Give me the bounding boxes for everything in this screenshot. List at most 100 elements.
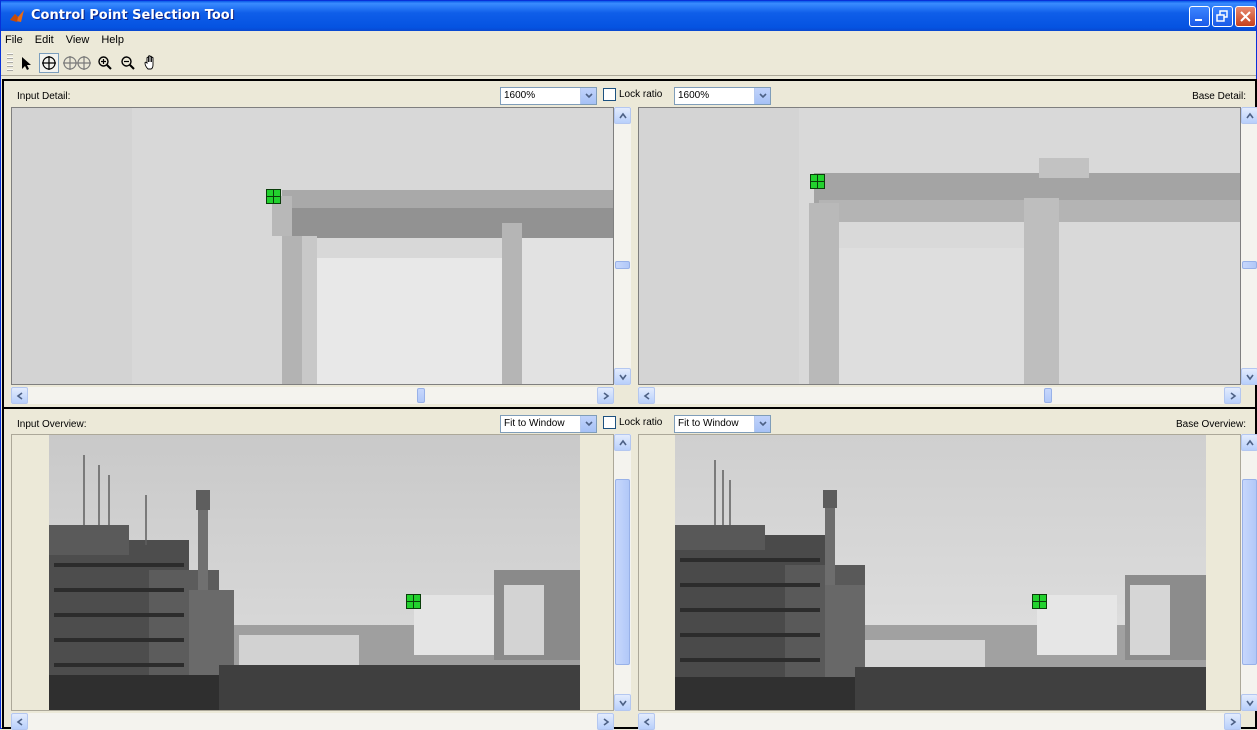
restore-button[interactable] — [1212, 6, 1233, 27]
input-detail-hscroll[interactable] — [11, 387, 614, 404]
overview-lock-ratio[interactable]: Lock ratio — [603, 416, 662, 429]
zoom-out-tool-button[interactable] — [118, 53, 138, 73]
scroll-left-button[interactable] — [638, 387, 655, 404]
control-point-marker[interactable] — [810, 174, 825, 189]
scroll-thumb[interactable] — [1242, 261, 1257, 269]
scroll-thumb[interactable] — [1044, 388, 1052, 403]
input-detail-image[interactable] — [11, 107, 614, 385]
overview-lock-checkbox[interactable] — [603, 416, 616, 429]
application-window: Control Point Selection Tool File Edit V… — [0, 0, 1257, 730]
input-detail-zoom-value: 1600% — [504, 90, 536, 101]
zoom-in-tool-button[interactable] — [95, 53, 115, 73]
base-detail-image[interactable] — [638, 107, 1241, 385]
scroll-up-button[interactable] — [1241, 434, 1257, 451]
title-bar[interactable]: Control Point Selection Tool — [1, 1, 1256, 31]
overview-header: Input Overview: Fit to Window Lock ratio… — [4, 412, 1255, 435]
chevron-left-icon — [16, 717, 22, 726]
add-point-pair-icon — [63, 55, 91, 70]
select-tool-button[interactable] — [16, 53, 36, 73]
base-overview-hscroll[interactable] — [638, 713, 1241, 730]
menu-help[interactable]: Help — [95, 34, 130, 46]
chevron-down-icon — [580, 88, 596, 104]
input-overview-label: Input Overview: — [17, 419, 87, 430]
detail-header: Input Detail: 1600% Lock ratio 1600% Bas… — [4, 84, 1255, 107]
panel-divider[interactable] — [4, 407, 1255, 409]
scroll-thumb[interactable] — [615, 479, 630, 665]
window-title: Control Point Selection Tool — [31, 8, 235, 23]
base-detail-pixels — [639, 108, 1240, 384]
control-point-marker[interactable] — [1032, 594, 1047, 609]
chevron-down-icon — [1245, 374, 1254, 380]
scroll-right-button[interactable] — [597, 387, 614, 404]
detail-lock-label: Lock ratio — [619, 89, 663, 100]
add-point-pair-tool-button[interactable] — [62, 53, 92, 73]
toolbar-grip[interactable] — [7, 52, 13, 73]
base-detail-label: Base Detail: — [1192, 91, 1246, 102]
zoom-in-icon — [98, 55, 112, 70]
scroll-left-button[interactable] — [638, 713, 655, 730]
minimize-button[interactable] — [1189, 6, 1210, 27]
scroll-left-button[interactable] — [11, 713, 28, 730]
chevron-right-icon — [603, 717, 609, 726]
chevron-left-icon — [16, 391, 22, 400]
base-detail-hscroll[interactable] — [638, 387, 1241, 404]
matlab-icon — [10, 10, 24, 22]
control-point-marker[interactable] — [406, 594, 421, 609]
base-overview-zoom-select[interactable]: Fit to Window — [674, 415, 771, 433]
base-overview-pane[interactable] — [638, 434, 1241, 711]
chevron-right-icon — [1230, 391, 1236, 400]
input-overview-zoom-select[interactable]: Fit to Window — [500, 415, 597, 433]
control-point-marker[interactable] — [266, 189, 281, 204]
scroll-right-button[interactable] — [1224, 387, 1241, 404]
toolbar — [1, 50, 1256, 76]
close-button[interactable] — [1235, 6, 1256, 27]
overview-lock-label: Lock ratio — [619, 417, 663, 428]
chevron-up-icon — [618, 439, 627, 445]
scroll-up-button[interactable] — [1241, 107, 1257, 124]
scroll-down-button[interactable] — [614, 368, 631, 385]
menu-edit[interactable]: Edit — [29, 34, 60, 46]
scroll-down-button[interactable] — [1241, 694, 1257, 711]
chevron-up-icon — [618, 112, 627, 118]
add-point-icon — [42, 55, 56, 70]
chevron-down-icon — [1245, 700, 1254, 706]
chevron-left-icon — [643, 391, 649, 400]
scroll-thumb[interactable] — [417, 388, 425, 403]
scroll-left-button[interactable] — [11, 387, 28, 404]
base-overview-zoom-value: Fit to Window — [678, 418, 739, 429]
input-detail-vscroll[interactable] — [614, 107, 631, 385]
scroll-down-button[interactable] — [614, 694, 631, 711]
input-detail-zoom-select[interactable]: 1600% — [500, 87, 597, 105]
base-detail-zoom-select[interactable]: 1600% — [674, 87, 771, 105]
scroll-thumb[interactable] — [615, 261, 630, 269]
base-detail-zoom-value: 1600% — [678, 90, 710, 101]
base-overview-label: Base Overview: — [1175, 419, 1246, 430]
scroll-right-button[interactable] — [597, 713, 614, 730]
base-detail-vscroll[interactable] — [1241, 107, 1257, 385]
scroll-up-button[interactable] — [614, 107, 631, 124]
zoom-out-icon — [121, 55, 135, 70]
add-point-tool-button[interactable] — [39, 52, 59, 73]
scroll-up-button[interactable] — [614, 434, 631, 451]
scroll-down-button[interactable] — [1241, 368, 1257, 385]
menu-view[interactable]: View — [60, 34, 96, 46]
scroll-thumb[interactable] — [1242, 479, 1257, 665]
detail-lock-ratio[interactable]: Lock ratio — [603, 88, 662, 101]
chevron-down-icon — [754, 416, 770, 432]
input-detail-label: Input Detail: — [17, 91, 71, 102]
detail-lock-checkbox[interactable] — [603, 88, 616, 101]
chevron-down-icon — [618, 374, 627, 380]
base-overview-vscroll[interactable] — [1241, 434, 1257, 711]
input-overview-hscroll[interactable] — [11, 713, 614, 730]
chevron-down-icon — [754, 88, 770, 104]
scroll-right-button[interactable] — [1224, 713, 1241, 730]
close-icon — [1240, 11, 1251, 22]
input-overview-vscroll[interactable] — [614, 434, 631, 711]
chevron-up-icon — [1245, 112, 1254, 118]
restore-icon — [1216, 10, 1228, 22]
input-overview-pane[interactable] — [11, 434, 614, 711]
chevron-down-icon — [618, 700, 627, 706]
base-overview-photo — [675, 435, 1206, 710]
menu-file[interactable]: File — [1, 34, 29, 46]
pan-tool-button[interactable] — [141, 53, 161, 73]
